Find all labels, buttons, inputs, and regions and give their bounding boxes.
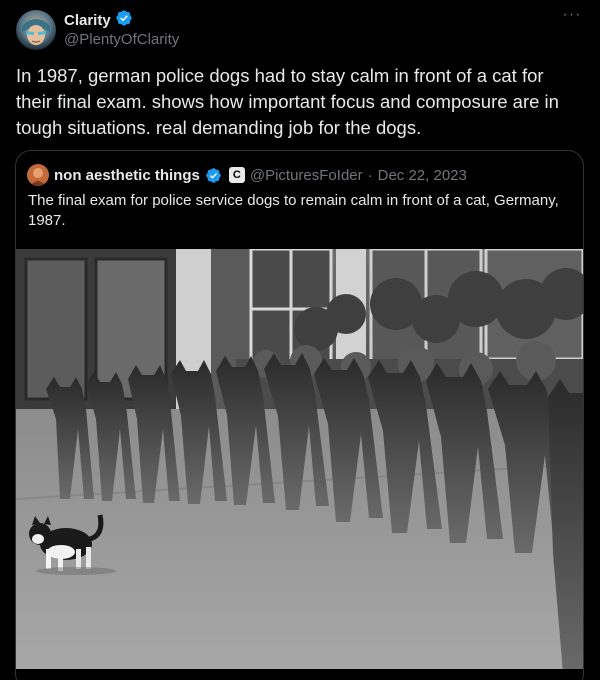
quoted-post-date[interactable]: Dec 22, 2023 (378, 167, 467, 184)
separator-dot: · (367, 166, 373, 184)
quoted-post-text: The final exam for police service dogs t… (28, 192, 559, 229)
author-handle[interactable]: @PlentyOfClarity (64, 31, 179, 48)
quoted-post[interactable]: non aesthetic things C @PicturesFoIder ·… (15, 150, 584, 680)
quoted-verified-badge-icon (205, 167, 222, 184)
verified-badge-icon (115, 9, 133, 32)
post-text: In 1987, german police dogs had to stay … (16, 65, 559, 138)
post-photo[interactable] (16, 249, 583, 669)
author-name-row[interactable]: Clarity (64, 9, 133, 32)
author-avatar[interactable] (16, 10, 56, 50)
affiliate-badge-icon[interactable]: C (228, 167, 245, 183)
quoted-post-header: non aesthetic things C @PicturesFoIder ·… (27, 164, 467, 186)
post: Clarity @PlentyOfClarity ··· In 1987, ge… (0, 0, 600, 680)
quoted-author-avatar[interactable] (27, 164, 49, 186)
quoted-author-name[interactable]: non aesthetic things (54, 167, 200, 184)
quoted-author-handle[interactable]: @PicturesFoIder (250, 167, 363, 184)
more-dots-icon[interactable]: ··· (562, 7, 582, 28)
author-name[interactable]: Clarity (64, 12, 111, 29)
